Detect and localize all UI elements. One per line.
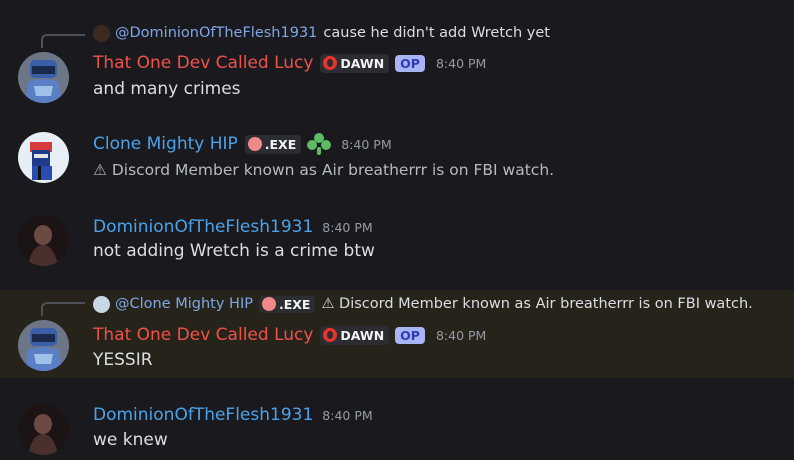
author-name[interactable]: That One Dev Called Lucy xyxy=(93,53,313,73)
clover-icon xyxy=(307,133,332,155)
author-name[interactable]: Clone Mighty HIP xyxy=(93,134,238,154)
message-content: and many crimes xyxy=(93,79,241,99)
moon-icon xyxy=(323,56,338,70)
timestamp[interactable]: 8:40 PM xyxy=(436,56,486,71)
timestamp[interactable]: 8:40 PM xyxy=(322,408,372,423)
message-content: YESSIR xyxy=(93,350,153,370)
message-header: That One Dev Called Lucy DAWN OP 8:40 PM xyxy=(93,51,486,75)
server-tag[interactable]: .EXE xyxy=(244,134,302,154)
timestamp[interactable]: 8:40 PM xyxy=(322,220,372,235)
avatar[interactable] xyxy=(18,215,69,266)
timestamp[interactable]: 8:40 PM xyxy=(436,328,486,343)
server-tag[interactable]: DAWN xyxy=(320,325,390,345)
timestamp[interactable]: 8:40 PM xyxy=(341,137,391,152)
reply-connector xyxy=(41,302,85,316)
message-header: DominionOfTheFlesh1931 8:40 PM xyxy=(93,403,373,427)
author-name[interactable]: DominionOfTheFlesh1931 xyxy=(93,217,313,237)
reply-connector xyxy=(41,34,85,48)
skull-icon xyxy=(261,297,276,311)
reply-preview[interactable]: @Clone Mighty HIP .EXE ⚠ Discord Member … xyxy=(93,293,753,315)
message-header: That One Dev Called Lucy DAWN OP 8:40 PM xyxy=(93,323,486,347)
op-badge: OP xyxy=(395,326,425,344)
server-tag-label: DAWN xyxy=(340,327,385,343)
op-badge: OP xyxy=(395,54,425,72)
reply-text: cause he didn't add Wretch yet xyxy=(323,25,550,41)
avatar[interactable] xyxy=(18,404,69,455)
reply-preview[interactable]: @DominionOfTheFlesh1931 cause he didn't … xyxy=(93,22,550,44)
author-name[interactable]: That One Dev Called Lucy xyxy=(93,325,313,345)
server-tag-label: DAWN xyxy=(340,55,385,71)
message-content: ⚠ Discord Member known as Air breatherrr… xyxy=(93,161,555,179)
message-header: Clone Mighty HIP .EXE 8:40 PM xyxy=(93,132,392,156)
message-3: DominionOfTheFlesh1931 8:40 PM not addin… xyxy=(0,211,794,271)
avatar[interactable] xyxy=(18,52,69,103)
author-name[interactable]: DominionOfTheFlesh1931 xyxy=(93,405,313,425)
message-2: Clone Mighty HIP .EXE 8:40 PM ⚠ Discord … xyxy=(0,128,794,188)
reply-avatar xyxy=(93,24,110,42)
server-tag-label: .EXE xyxy=(264,136,297,152)
avatar[interactable] xyxy=(18,320,69,371)
message-content: we knew xyxy=(93,430,168,450)
reply-mention[interactable]: @DominionOfTheFlesh1931 xyxy=(115,25,317,41)
avatar[interactable] xyxy=(18,132,69,183)
reply-avatar xyxy=(93,295,110,313)
message-content: not adding Wretch is a crime btw xyxy=(93,241,375,261)
reply-mention[interactable]: @Clone Mighty HIP xyxy=(115,296,253,312)
server-tag[interactable]: .EXE xyxy=(258,295,316,313)
moon-icon xyxy=(323,328,338,342)
skull-icon xyxy=(247,137,262,151)
message-header: DominionOfTheFlesh1931 8:40 PM xyxy=(93,215,373,239)
reply-text: ⚠ Discord Member known as Air breatherrr… xyxy=(321,296,753,312)
message-5: DominionOfTheFlesh1931 8:40 PM we knew xyxy=(0,400,794,460)
server-tag[interactable]: DAWN xyxy=(320,53,390,73)
message-1: @DominionOfTheFlesh1931 cause he didn't … xyxy=(0,20,794,110)
server-tag-label: .EXE xyxy=(278,296,311,312)
message-4: @Clone Mighty HIP .EXE ⚠ Discord Member … xyxy=(0,290,794,378)
